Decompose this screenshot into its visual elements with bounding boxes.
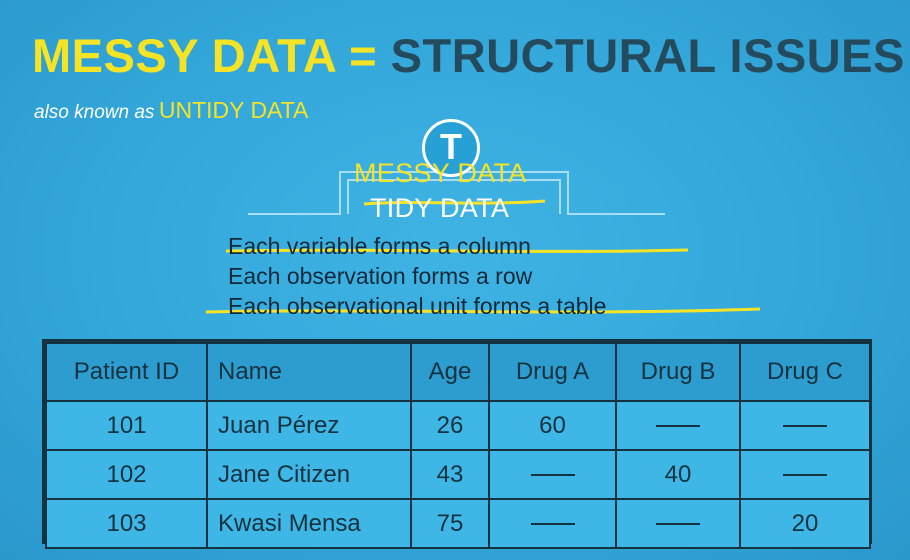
empty-value-dash [656, 425, 700, 428]
table-row: 102 Jane Citizen 43 40 [45, 449, 871, 500]
empty-value-dash [530, 523, 575, 526]
empty-value-dash [530, 474, 575, 477]
table-header-row: Patient ID Name Age Drug A Drug B Drug C [45, 342, 871, 402]
patient-id-cell: 103 [45, 498, 208, 549]
header-patient-id: Patient ID [45, 342, 208, 402]
empty-value-dash [656, 523, 700, 526]
table-row: 101 Juan Pérez 26 60 [45, 400, 871, 451]
name-cell: Juan Pérez [206, 400, 412, 451]
name-cell: Kwasi Mensa [206, 498, 412, 549]
age-cell: 43 [410, 449, 490, 500]
drug-a-cell [488, 498, 617, 549]
drug-b-cell: 40 [615, 449, 741, 500]
age-cell: 26 [410, 400, 490, 451]
rule-variable-column: Each variable forms a column [228, 233, 531, 259]
tidy-data-label: TIDY DATA [370, 193, 510, 223]
patient-id-cell: 101 [45, 400, 208, 451]
drug-c-cell [739, 400, 871, 451]
empty-value-dash [783, 474, 827, 477]
empty-value-dash [783, 425, 827, 428]
patient-id-cell: 102 [45, 449, 208, 500]
drug-c-cell [739, 449, 871, 500]
header-age: Age [410, 342, 490, 402]
table-row: 103 Kwasi Mensa 75 20 [45, 498, 871, 549]
patient-table: Patient ID Name Age Drug A Drug B Drug C… [42, 339, 872, 549]
drug-a-cell [488, 449, 617, 500]
rule-observation-row: Each observation forms a row [228, 263, 533, 289]
drug-a-cell: 60 [488, 400, 617, 451]
rule-unit-table: Each observational unit forms a table [228, 293, 607, 319]
drug-b-cell [615, 400, 741, 451]
age-cell: 75 [410, 498, 490, 549]
drug-b-cell [615, 498, 741, 549]
drug-c-cell: 20 [739, 498, 871, 549]
messy-data-label: MESSY DATA [354, 158, 527, 188]
header-drug-a: Drug A [488, 342, 617, 402]
header-drug-c: Drug C [739, 342, 871, 402]
name-cell: Jane Citizen [206, 449, 412, 500]
header-name: Name [206, 342, 412, 402]
header-drug-b: Drug B [615, 342, 741, 402]
